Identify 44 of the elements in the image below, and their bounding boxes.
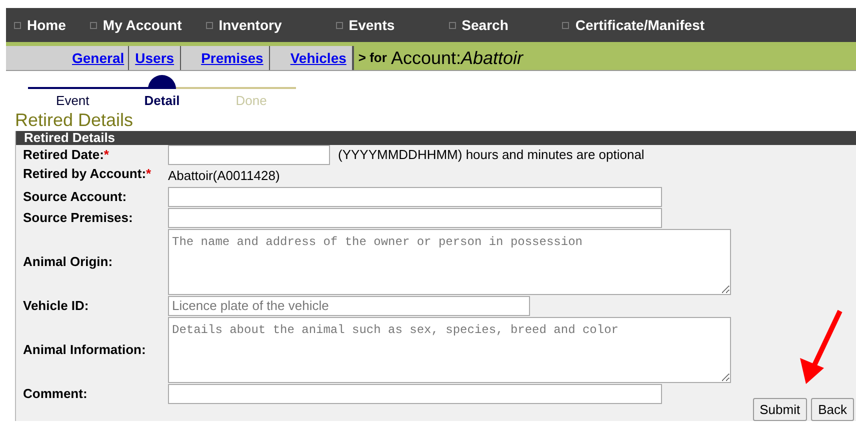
step-label: Event — [56, 93, 90, 108]
text-area[interactable]: Details about the animal such as sex, species, breed and color — [168, 316, 731, 382]
bullet-icon — [206, 22, 213, 28]
account-value: Abattoir(A0011428) — [168, 167, 280, 185]
field-label: Source Account: — [23, 188, 127, 206]
subnav-tab[interactable]: Premises — [195, 46, 270, 70]
date-field[interactable] — [168, 145, 330, 165]
text-area[interactable]: The name and address of the owner or person in possession — [168, 228, 731, 294]
action-button[interactable]: Back — [811, 398, 854, 421]
step-label: Done — [236, 93, 267, 108]
bullet-icon — [14, 22, 21, 28]
nav-link[interactable]: Inventory — [218, 14, 282, 36]
account-context: Account:Abattoir — [390, 46, 524, 70]
format-hint: (YYYYMMDDHHMM) hours and minutes are optional — [338, 146, 644, 164]
nav-link[interactable]: Certificate/Manifest — [575, 14, 705, 36]
page-title: Retired Details — [15, 109, 134, 131]
bullet-icon — [336, 22, 343, 28]
field-label: Retired by Account: — [23, 164, 146, 183]
input-field[interactable] — [168, 384, 662, 404]
nav-link[interactable]: Home — [27, 14, 66, 36]
field-label: Retired Date: — [23, 146, 104, 164]
required-mark: * — [146, 164, 152, 183]
input-field[interactable]: Licence plate of the vehicle — [168, 296, 530, 316]
field-label: Animal Information: — [23, 340, 146, 359]
step-label: Detail — [144, 93, 180, 108]
bullet-icon — [562, 22, 570, 28]
nav-link[interactable]: My Account — [102, 14, 182, 36]
bullet-icon — [448, 22, 456, 28]
field-label: Animal Origin: — [23, 252, 113, 271]
required-mark: * — [104, 146, 109, 164]
field-label: Vehicle ID: — [23, 296, 89, 315]
field-label: Comment: — [23, 384, 88, 403]
breadcrumb-prefix: > for — [358, 49, 387, 68]
nav-link[interactable]: Events — [348, 14, 395, 36]
current-step-marker — [148, 75, 176, 89]
action-button[interactable]: Submit — [752, 398, 808, 421]
subnav-tab[interactable]: General — [66, 46, 130, 70]
field-label: Source Premises: — [23, 208, 133, 227]
bullet-icon — [90, 22, 97, 28]
input-field[interactable] — [168, 208, 662, 228]
input-field[interactable] — [168, 186, 662, 206]
nav-link[interactable]: Search — [462, 14, 508, 36]
section-header: Retired Details — [16, 131, 856, 145]
subnav-tab[interactable]: Users — [129, 46, 182, 70]
